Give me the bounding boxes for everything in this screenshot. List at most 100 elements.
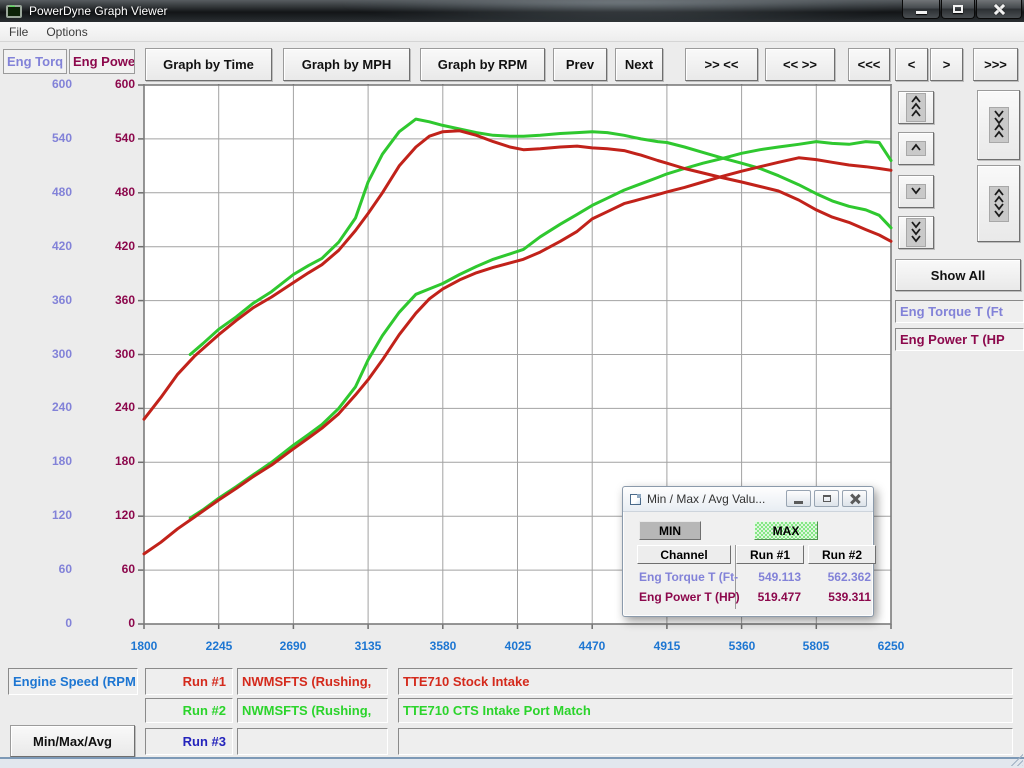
x-channel-box[interactable]: Engine Speed (RPM xyxy=(8,668,138,695)
column-header-run2: Run #2 xyxy=(808,545,876,564)
dialog-restore-button[interactable] xyxy=(814,490,839,507)
scroll-last-button[interactable]: >>> xyxy=(973,48,1018,81)
row-torque-run1-value: 549.113 xyxy=(739,570,801,584)
torque-axis-tick-label: 420 xyxy=(26,239,72,253)
rpm-axis-tick-label: 3580 xyxy=(413,639,473,653)
minmax-dialog[interactable]: Min / Max / Avg Valu... MIN MAX Channel … xyxy=(622,486,874,617)
torque-axis-tick-label: 0 xyxy=(26,616,72,630)
torque-axis-tick-label: 120 xyxy=(26,508,72,522)
minmax-dialog-titlebar[interactable]: Min / Max / Avg Valu... xyxy=(623,487,873,512)
channel-button-torque[interactable]: Eng Torq xyxy=(3,49,67,74)
title-bar[interactable]: PowerDyne Graph Viewer xyxy=(0,0,1024,22)
window-bottom-frame xyxy=(0,757,1024,768)
minimize-button[interactable] xyxy=(902,0,940,19)
triple-chevron-down-icon xyxy=(906,218,926,247)
chevrons-outward-icon xyxy=(989,186,1009,222)
rpm-axis-tick-label: 1800 xyxy=(114,639,174,653)
run2-description-box: TTE710 CTS Intake Port Match xyxy=(398,698,1013,723)
compress-scale-button[interactable] xyxy=(977,90,1020,160)
rpm-axis-tick-label: 2690 xyxy=(263,639,323,653)
row-power-channel: Eng Power T (HP) xyxy=(639,590,740,604)
run1-label: Run #1 xyxy=(145,668,233,695)
dialog-minimize-icon xyxy=(794,501,803,504)
torque-axis-tick-label: 300 xyxy=(26,347,72,361)
power-axis-tick-label: 60 xyxy=(89,562,135,576)
torque-axis-tick-label: 480 xyxy=(26,185,72,199)
torque-axis-tick-label: 540 xyxy=(26,131,72,145)
run2-label: Run #2 xyxy=(145,698,233,723)
rpm-axis-tick-label: 6250 xyxy=(861,639,921,653)
rpm-axis-tick-label: 3135 xyxy=(338,639,398,653)
minimize-icon xyxy=(916,11,927,14)
maximize-button[interactable] xyxy=(941,0,975,19)
torque-axis-tick-label: 180 xyxy=(26,454,72,468)
max-toggle-button[interactable]: MAX xyxy=(754,521,818,540)
power-axis-tick-label: 480 xyxy=(89,185,135,199)
rpm-axis-tick-label: 4025 xyxy=(488,639,548,653)
menu-file[interactable]: File xyxy=(0,23,37,41)
rpm-axis-tick-label: 2245 xyxy=(189,639,249,653)
torque-axis-tick-label: 360 xyxy=(26,293,72,307)
zoom-in-button[interactable]: >> << xyxy=(685,48,758,81)
dialog-restore-icon xyxy=(823,495,831,502)
show-all-button[interactable]: Show All xyxy=(895,259,1021,291)
run2-file-box: NWMSFTS (Rushing, xyxy=(237,698,388,723)
rpm-axis-tick-label: 5805 xyxy=(786,639,846,653)
row-power-run1-value: 519.477 xyxy=(739,590,801,604)
titlebar-glass-sheen xyxy=(344,0,904,22)
expand-scale-button[interactable] xyxy=(977,165,1020,242)
torque-axis-tick-label: 240 xyxy=(26,400,72,414)
column-header-channel: Channel xyxy=(637,545,731,564)
torque-axis-tick-label: 60 xyxy=(26,562,72,576)
zoom-out-button[interactable]: << >> xyxy=(765,48,835,81)
rpm-axis-tick-label: 5360 xyxy=(712,639,772,653)
graph-by-rpm-button[interactable]: Graph by RPM xyxy=(420,48,545,81)
prev-button[interactable]: Prev xyxy=(553,48,607,81)
next-button[interactable]: Next xyxy=(615,48,663,81)
torque-axis-tick-label: 600 xyxy=(26,77,72,91)
channel-button-power[interactable]: Eng Powe xyxy=(69,49,135,74)
chevron-up-icon xyxy=(906,141,926,156)
minmaxavg-button[interactable]: Min/Max/Avg xyxy=(10,725,135,757)
dialog-title: Min / Max / Avg Valu... xyxy=(647,492,765,506)
window-title: PowerDyne Graph Viewer xyxy=(29,4,168,18)
power-axis-tick-label: 300 xyxy=(89,347,135,361)
powerdyne-window: PowerDyne Graph Viewer File Options Eng … xyxy=(0,0,1024,768)
maximize-icon xyxy=(953,5,963,13)
legend-torque-channel[interactable]: Eng Torque T (Ft xyxy=(895,300,1024,323)
power-axis-tick-label: 120 xyxy=(89,508,135,522)
close-button[interactable] xyxy=(976,0,1022,19)
power-axis-tick-label: 600 xyxy=(89,77,135,91)
scroll-right-button[interactable]: > xyxy=(930,48,963,81)
scroll-first-button[interactable]: <<< xyxy=(848,48,890,81)
graph-by-mph-button[interactable]: Graph by MPH xyxy=(283,48,410,81)
menu-bar: File Options xyxy=(0,22,1024,42)
scale-down-button[interactable] xyxy=(898,175,934,208)
scroll-left-button[interactable]: < xyxy=(895,48,928,81)
power-axis-tick-label: 180 xyxy=(89,454,135,468)
run3-file-box xyxy=(237,728,388,755)
triple-chevron-up-icon xyxy=(906,93,926,122)
dialog-close-button[interactable] xyxy=(842,490,867,507)
run1-description-box: TTE710 Stock Intake xyxy=(398,668,1013,695)
graph-by-time-button[interactable]: Graph by Time xyxy=(145,48,272,81)
chevrons-inward-icon xyxy=(989,107,1009,143)
run3-description-box xyxy=(398,728,1013,755)
power-axis-tick-label: 360 xyxy=(89,293,135,307)
min-toggle-button[interactable]: MIN xyxy=(639,521,701,540)
row-torque-run2-value: 562.362 xyxy=(809,570,871,584)
app-icon xyxy=(6,5,22,18)
dialog-close-icon xyxy=(850,494,860,504)
dialog-minimize-button[interactable] xyxy=(786,490,811,507)
scale-down-fast-button[interactable] xyxy=(898,216,934,249)
scale-up-fast-button[interactable] xyxy=(898,91,934,124)
rpm-axis-tick-label: 4915 xyxy=(637,639,697,653)
power-axis-tick-label: 420 xyxy=(89,239,135,253)
menu-options[interactable]: Options xyxy=(37,23,96,41)
scale-up-button[interactable] xyxy=(898,132,934,165)
row-power-run2-value: 539.311 xyxy=(809,590,871,604)
rpm-axis-tick-label: 4470 xyxy=(562,639,622,653)
legend-power-channel[interactable]: Eng Power T (HP xyxy=(895,328,1024,351)
power-axis-tick-label: 0 xyxy=(89,616,135,630)
run1-file-box: NWMSFTS (Rushing, xyxy=(237,668,388,695)
